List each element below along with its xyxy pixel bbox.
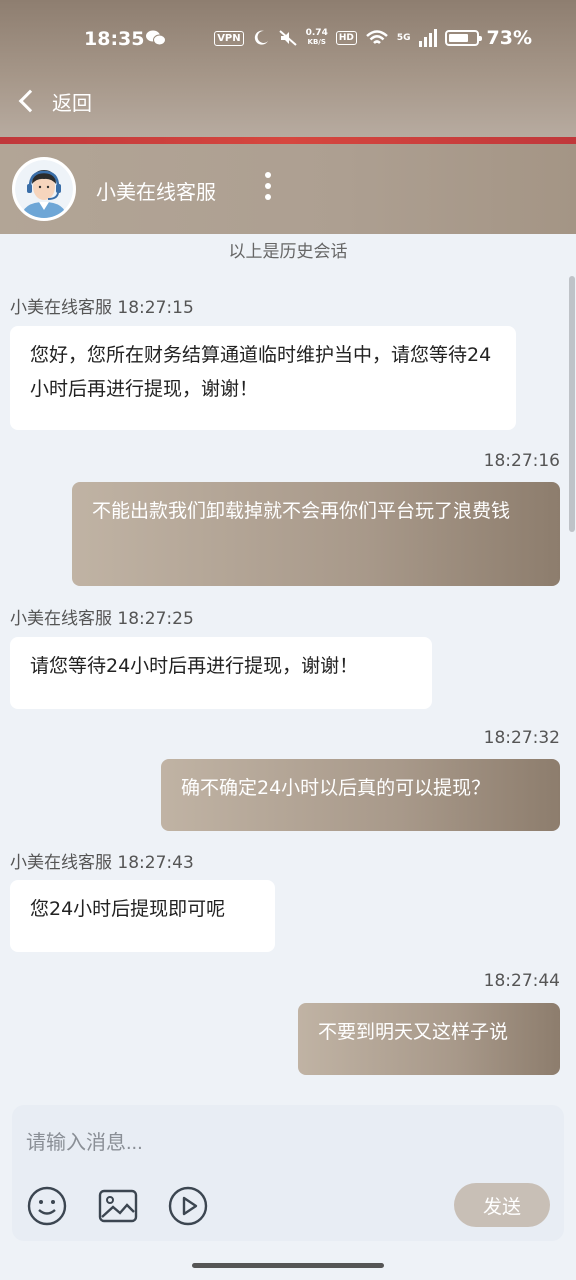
battery-icon bbox=[444, 30, 482, 46]
status-time: 18:35 bbox=[84, 28, 145, 50]
send-button[interactable]: 发送 bbox=[454, 1183, 550, 1227]
net-speed-unit: KB/S bbox=[307, 38, 326, 46]
history-note: 以上是历史会话 bbox=[228, 242, 348, 262]
video-icon[interactable] bbox=[167, 1185, 209, 1227]
chevron-left-icon bbox=[18, 89, 42, 113]
message-meta: 小美在线客服 18:27:15 bbox=[10, 298, 194, 318]
vpn-badge: VPN bbox=[214, 30, 244, 46]
mute-icon bbox=[278, 30, 297, 46]
back-button[interactable]: 返回 bbox=[14, 84, 92, 118]
message-bubble-user[interactable]: 不要到明天又这样子说 bbox=[298, 1003, 560, 1075]
more-dot bbox=[265, 194, 271, 200]
accent-divider bbox=[0, 137, 576, 144]
chat-title: 小美在线客服 bbox=[96, 180, 216, 204]
hd-badge: HD bbox=[335, 31, 357, 45]
customer-service-avatar-icon bbox=[15, 160, 73, 218]
chat-header: 小美在线客服 bbox=[0, 144, 576, 234]
emoji-icon[interactable] bbox=[26, 1185, 68, 1227]
more-options-button[interactable] bbox=[262, 172, 274, 208]
image-icon[interactable] bbox=[97, 1185, 139, 1227]
message-meta: 小美在线客服 18:27:43 bbox=[10, 853, 194, 873]
wechat-icon bbox=[146, 30, 166, 46]
message-bubble-agent[interactable]: 您24小时后提现即可呢 bbox=[10, 880, 275, 952]
scrollbar[interactable] bbox=[569, 276, 575, 532]
net-speed-value: 0.74 bbox=[305, 28, 328, 38]
wifi-icon bbox=[366, 30, 388, 44]
agent-avatar[interactable] bbox=[12, 157, 76, 221]
message-list[interactable]: 以上是历史会话 小美在线客服 18:27:15 您好，您所在财务结算通道临时维护… bbox=[0, 234, 576, 1094]
message-meta: 18:27:44 bbox=[483, 971, 560, 991]
top-bar: 18:35 VPN 0.74 KB/S HD 5G 73% 返回 bbox=[0, 0, 576, 140]
message-bubble-user[interactable]: 确不确定24小时以后真的可以提现？ bbox=[161, 759, 560, 831]
network-type: 5G bbox=[396, 33, 411, 43]
message-meta: 18:27:16 bbox=[483, 451, 560, 471]
net-speed: 0.74 KB/S bbox=[306, 29, 328, 47]
back-label: 返回 bbox=[52, 90, 92, 115]
message-meta: 小美在线客服 18:27:25 bbox=[10, 609, 194, 629]
status-bar: 18:35 VPN 0.74 KB/S HD 5G 73% bbox=[0, 0, 576, 78]
message-bubble-agent[interactable]: 您好，您所在财务结算通道临时维护当中，请您等待24小时后再进行提现，谢谢！ bbox=[10, 326, 516, 430]
battery-percent: 73% bbox=[486, 27, 532, 49]
message-bubble-user[interactable]: 不能出款我们卸载掉就不会再你们平台玩了浪费钱 bbox=[72, 482, 560, 586]
more-dot bbox=[265, 183, 271, 189]
message-input[interactable] bbox=[26, 1125, 526, 1161]
message-meta: 18:27:32 bbox=[483, 728, 560, 748]
composer: 发送 bbox=[12, 1105, 564, 1241]
more-dot bbox=[265, 172, 271, 178]
message-bubble-agent[interactable]: 请您等待24小时后再进行提现，谢谢！ bbox=[10, 637, 432, 709]
moon-icon bbox=[254, 30, 268, 45]
home-indicator[interactable] bbox=[192, 1263, 384, 1268]
signal-icon bbox=[418, 29, 437, 47]
